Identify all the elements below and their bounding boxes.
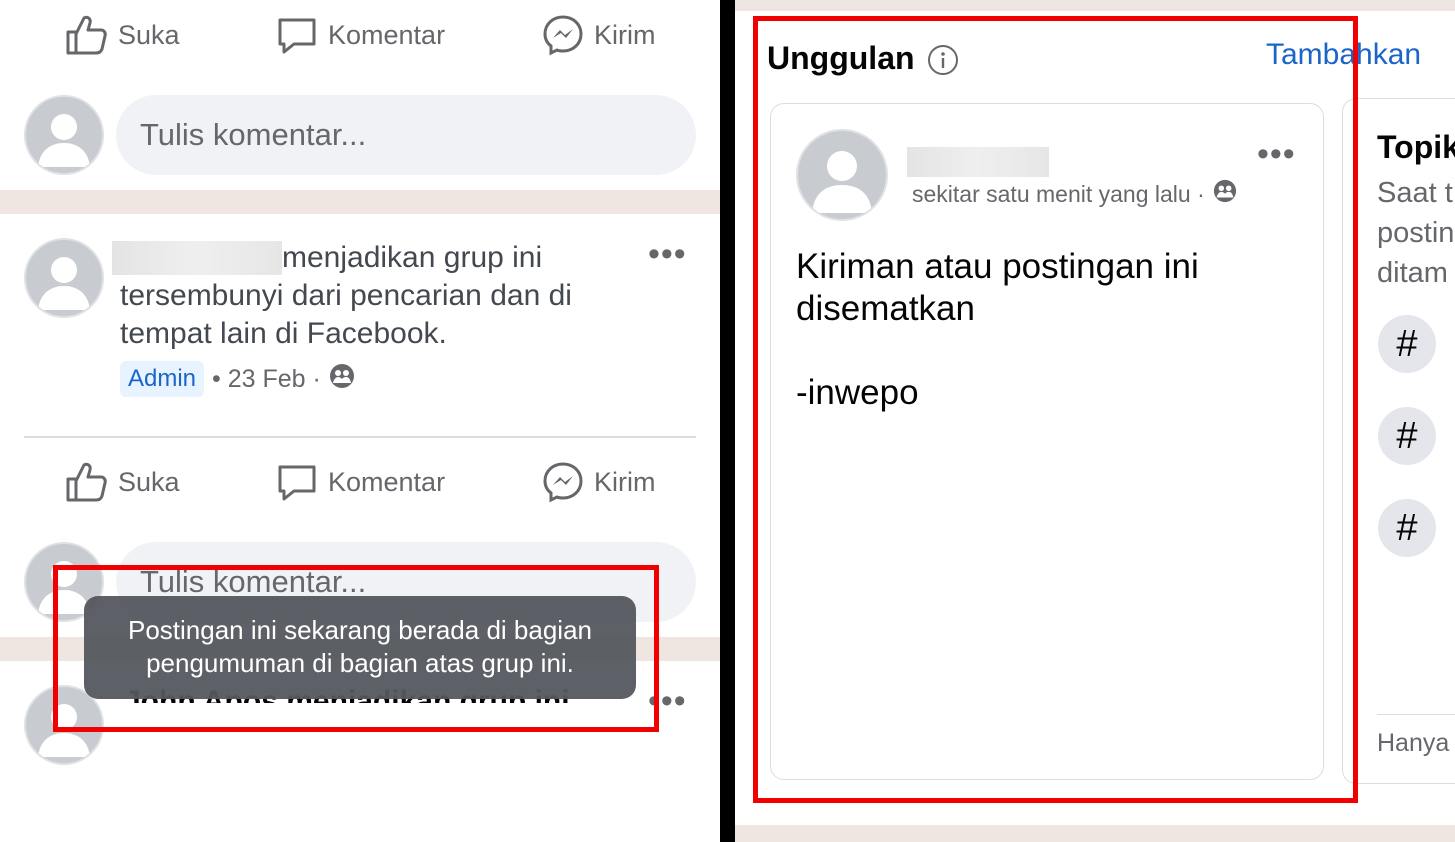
highlight-box — [53, 565, 659, 732]
comment-input[interactable]: Tulis komentar... — [116, 95, 696, 175]
speech-bubble-icon — [276, 461, 318, 503]
right-panel: Unggulan Tambahkan ••• sekitar satu meni… — [735, 0, 1455, 842]
hashtag-icon[interactable]: # — [1378, 315, 1436, 373]
hashtag-icon[interactable]: # — [1378, 499, 1436, 557]
like-label: Suka — [118, 466, 180, 497]
left-panel: Suka Komentar Kirim Tulis komentar... me… — [0, 0, 720, 842]
divider — [24, 436, 696, 438]
redacted-name — [112, 241, 282, 275]
panel-divider — [720, 0, 735, 842]
topics-title: Topik — [1377, 129, 1455, 165]
messenger-icon — [542, 461, 584, 503]
avatar[interactable] — [24, 238, 104, 318]
more-options-icon[interactable]: ••• — [648, 237, 687, 271]
comment-placeholder: Tulis komentar... — [140, 117, 367, 152]
group-privacy-icon — [329, 363, 355, 396]
divider — [1377, 714, 1455, 715]
thumbs-up-icon — [64, 461, 108, 503]
post-text-line2: tersembunyi dari pencarian dan di — [120, 279, 572, 312]
messenger-icon — [542, 14, 584, 56]
send-button[interactable]: Kirim — [542, 461, 656, 503]
post-date: • 23 Feb · — [212, 364, 321, 393]
send-button[interactable]: Kirim — [542, 14, 656, 56]
topics-card[interactable]: Topik Saat t postin ditam # # # Hanya — [1342, 98, 1455, 784]
send-label: Kirim — [594, 19, 656, 50]
thumbs-up-icon — [64, 14, 108, 56]
admin-badge: Admin — [120, 361, 205, 397]
topics-desc-line1: Saat t — [1377, 177, 1453, 209]
post-text-line1: menjadikan grup ini — [282, 241, 543, 274]
like-button[interactable]: Suka — [64, 461, 180, 503]
comment-button[interactable]: Komentar — [276, 461, 445, 503]
avatar[interactable] — [24, 95, 104, 175]
highlight-box — [753, 16, 1358, 803]
feed-separator — [0, 190, 720, 214]
comment-button[interactable]: Komentar — [276, 14, 445, 56]
post-meta: Admin • 23 Feb · — [120, 361, 355, 397]
topics-footer: Hanya — [1377, 729, 1450, 757]
like-label: Suka — [118, 19, 180, 50]
topics-desc-line2: postin — [1377, 217, 1455, 249]
hashtag-icon[interactable]: # — [1378, 407, 1436, 465]
like-button[interactable]: Suka — [64, 14, 180, 56]
send-label: Kirim — [594, 466, 656, 497]
comment-label: Komentar — [328, 19, 446, 50]
post-text-line3: tempat lain di Facebook. — [120, 317, 447, 350]
feed-separator — [735, 0, 1455, 11]
feed-separator — [735, 825, 1455, 842]
comment-label: Komentar — [328, 466, 446, 497]
speech-bubble-icon — [276, 14, 318, 56]
topics-desc-line3: ditam — [1377, 257, 1448, 289]
